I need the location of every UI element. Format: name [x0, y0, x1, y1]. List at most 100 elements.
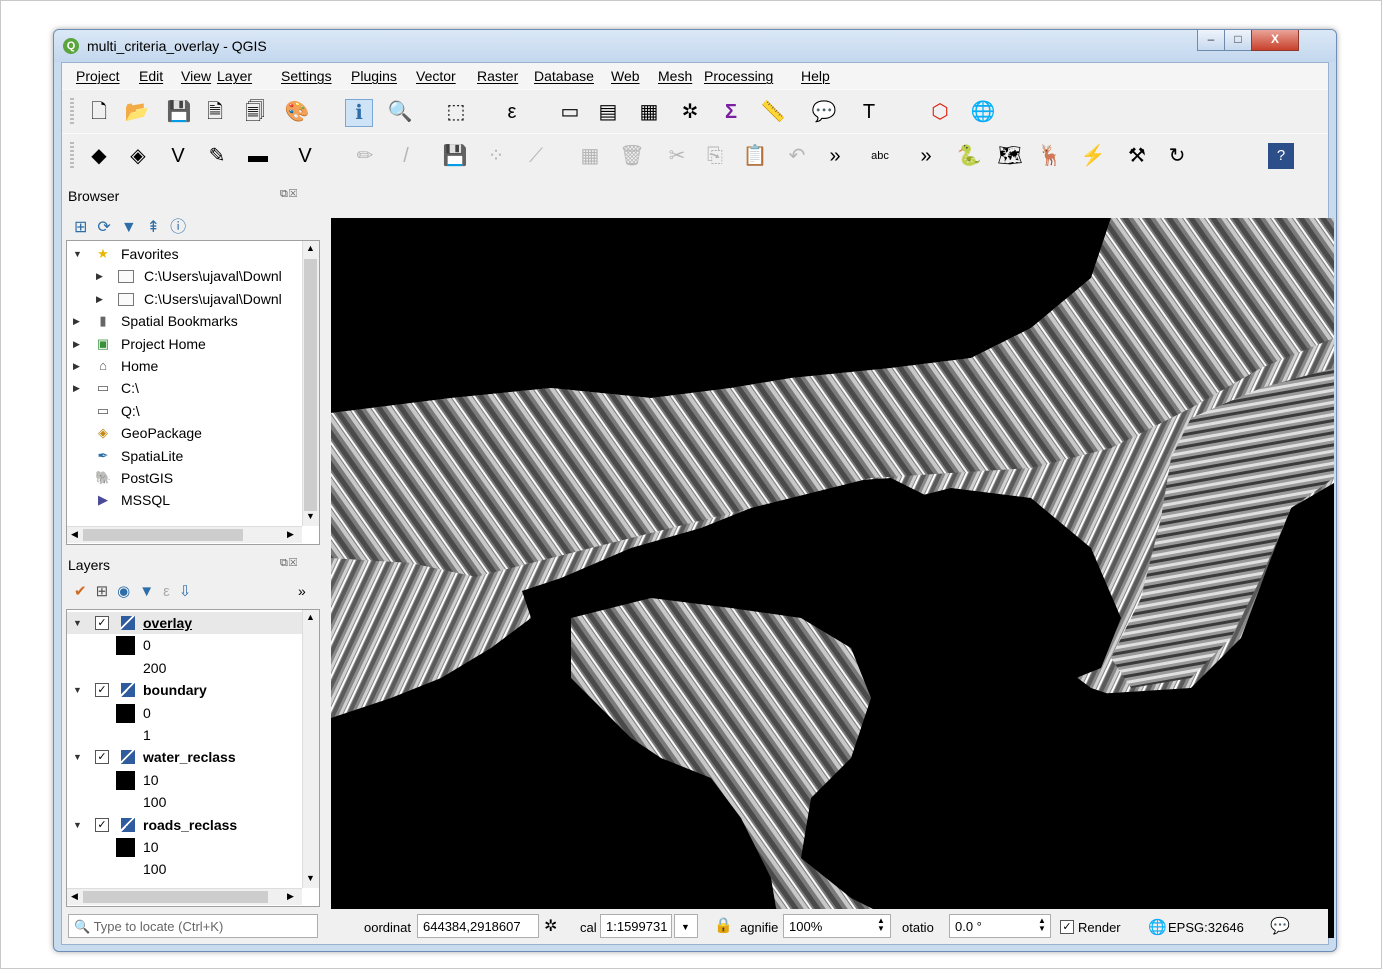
toolbar-grip[interactable] [70, 142, 74, 170]
new-print-layout-icon[interactable]: 🗎 [202, 99, 228, 125]
messages-icon[interactable]: 💬 [1270, 916, 1290, 936]
browser-item[interactable]: ✒ SpatiaLite [67, 445, 302, 467]
chevron-right-icon[interactable]: ▶ [73, 377, 80, 399]
visibility-icon[interactable]: ◉ [117, 583, 139, 600]
browser-item[interactable]: ▼ ★ Favorites [67, 243, 302, 265]
add-point-icon[interactable]: ⁘ [483, 143, 509, 169]
minimize-button[interactable]: – [1197, 30, 1225, 51]
tools-plugin-icon[interactable]: ⚒ [1124, 143, 1150, 169]
cut-icon[interactable]: ✂ [664, 143, 690, 169]
edit-pencil-icon[interactable]: ✏ [352, 143, 378, 169]
layer-row[interactable]: ▼ ✓ boundary [67, 679, 302, 701]
toolbox-icon[interactable]: ✲ [677, 99, 703, 125]
chevron-down-icon[interactable]: ▼ [73, 243, 82, 265]
collapse-all-icon[interactable]: ⇞ [147, 219, 170, 236]
attribute-table-icon[interactable]: ▤ [595, 99, 621, 125]
rotation-stepper-icon[interactable]: ▲ ▼ [1038, 917, 1046, 933]
layer-row[interactable]: ▼ ✓ roads_reclass [67, 814, 302, 836]
new-shapefile-icon[interactable]: V [165, 143, 191, 169]
refresh-plugin-icon[interactable]: ↻ [1164, 143, 1190, 169]
chevron-right-icon[interactable]: ▶ [73, 355, 80, 377]
browser-item[interactable]: ▶ MSSQL [67, 489, 302, 511]
menu-layer[interactable]: Layer [217, 68, 252, 84]
maximize-button[interactable]: □ [1224, 30, 1252, 51]
menu-database[interactable]: Database [534, 68, 594, 84]
magnifier-stepper-icon[interactable]: ▲ ▼ [877, 917, 885, 933]
chevron-down-icon[interactable]: ▼ [73, 814, 82, 836]
menu-settings[interactable]: Settings [281, 68, 332, 84]
digitize-plugin-icon[interactable]: ⚡ [1080, 143, 1106, 169]
statistics-icon[interactable]: Σ [718, 99, 744, 125]
browser-item[interactable]: 🐘 PostGIS [67, 467, 302, 489]
panel-float-close-buttons[interactable]: ⧉☒ [280, 188, 298, 201]
help-icon[interactable]: ? [1268, 143, 1294, 169]
browser-item[interactable]: ▶ ⌂ Home [67, 355, 302, 377]
layer-row[interactable]: ▼ ✓ water_reclass [67, 746, 302, 768]
vertex-tool-icon[interactable]: ⟋ [523, 143, 549, 169]
deer-plugin-icon[interactable]: 🦌 [1037, 143, 1063, 169]
menu-raster[interactable]: Raster [477, 68, 518, 84]
toolbar-grip[interactable] [70, 98, 74, 126]
map-plugin-icon[interactable]: 🗺 [997, 143, 1023, 169]
refresh-icon[interactable]: ⟳ [97, 219, 120, 236]
browser-item[interactable]: ▶ C:\Users\ujaval\Downl [67, 265, 302, 287]
menu-edit[interactable]: Edit [139, 68, 163, 84]
layer-visibility-checkbox[interactable]: ✓ [95, 817, 109, 832]
chevron-right-icon[interactable]: ▶ [96, 265, 103, 287]
zoom-icon[interactable]: 🔍 [387, 99, 413, 125]
layer-visibility-checkbox[interactable]: ✓ [95, 683, 109, 698]
title-bar[interactable]: Q multi_criteria_overlay - QGIS – □ X [54, 30, 1336, 62]
browser-item[interactable]: ▶ ▭ C:\ [67, 377, 302, 399]
map-tips-icon[interactable]: 💬 [811, 99, 837, 125]
chevron-right-icon[interactable]: ▶ [73, 310, 80, 332]
magnifier-field[interactable]: 100% [783, 914, 891, 938]
render-checkbox[interactable]: ✓ [1060, 920, 1074, 934]
scale-dropdown-chevron-icon[interactable]: ▼ [674, 914, 698, 938]
filter-expression-icon[interactable]: ε [163, 583, 179, 600]
info-icon[interactable]: ⓘ [170, 219, 196, 236]
browser-item[interactable]: ▶ ▮ Spatial Bookmarks [67, 310, 302, 332]
layer-visibility-checkbox[interactable]: ✓ [95, 616, 109, 630]
browser-item[interactable]: ▭ Q:\ [67, 400, 302, 422]
panel-float-close-buttons[interactable]: ⧉☒ [280, 557, 298, 570]
new-project-icon[interactable]: 🗋 [86, 99, 112, 125]
measure-icon[interactable]: 📏 [760, 99, 786, 125]
add-group-icon[interactable]: ⊞ [96, 583, 118, 600]
identify-features-icon[interactable]: ℹ [345, 99, 373, 127]
expand-all-icon[interactable]: ⇩ [179, 583, 201, 600]
scroll-thumb[interactable] [83, 891, 268, 903]
style-panel-icon[interactable]: ✔ [74, 583, 96, 600]
overflow-icon[interactable]: » [298, 583, 306, 599]
open-project-icon[interactable]: 📂 [124, 99, 150, 125]
menu-plugins[interactable]: Plugins [351, 68, 397, 84]
overflow-icon[interactable]: » [822, 143, 848, 169]
chevron-right-icon[interactable]: ▶ [96, 288, 103, 310]
undo-icon[interactable]: ↶ [784, 143, 810, 169]
menu-vector[interactable]: Vector [416, 68, 456, 84]
chevron-down-icon[interactable]: ▼ [73, 612, 82, 634]
copy-icon[interactable]: ⎘ [702, 143, 728, 169]
virtual-layer-icon[interactable]: V [292, 143, 318, 169]
add-layer-icon[interactable]: ⊞ [74, 219, 97, 236]
save-edits-icon[interactable]: 💾 [442, 143, 468, 169]
python-console-icon[interactable]: 🐍 [956, 143, 982, 169]
field-calculator-icon[interactable]: ▦ [636, 99, 662, 125]
browser-horizontal-scrollbar[interactable]: ◀ ▶ [67, 526, 302, 543]
overflow-icon-2[interactable]: » [913, 143, 939, 169]
layer-row[interactable]: ▼ ✓ overlay [67, 612, 302, 634]
select-features-icon[interactable]: ⬚ [443, 99, 469, 125]
scale-field[interactable]: 1:1599731 [600, 914, 672, 938]
browser-vertical-scrollbar[interactable]: ▲ ▼ [302, 241, 319, 526]
menu-view[interactable]: View [181, 68, 211, 84]
layer-visibility-checkbox[interactable]: ✓ [95, 750, 109, 765]
browser-item[interactable]: ▶ C:\Users\ujaval\Downl [67, 288, 302, 310]
deselect-icon[interactable]: ▭ [557, 99, 583, 125]
toggle-editing-icon[interactable]: / [393, 143, 419, 169]
filter-legend-icon[interactable]: ▼ [139, 583, 163, 600]
scroll-thumb[interactable] [304, 259, 317, 511]
browser-item[interactable]: ▶ ▣ Project Home [67, 333, 302, 355]
scroll-thumb[interactable] [83, 529, 243, 541]
style-manager-icon[interactable]: 🎨 [284, 99, 310, 125]
hexagon-icon[interactable]: ⬡ [927, 99, 953, 125]
toggle-extents-icon[interactable]: ✲ [544, 916, 557, 936]
